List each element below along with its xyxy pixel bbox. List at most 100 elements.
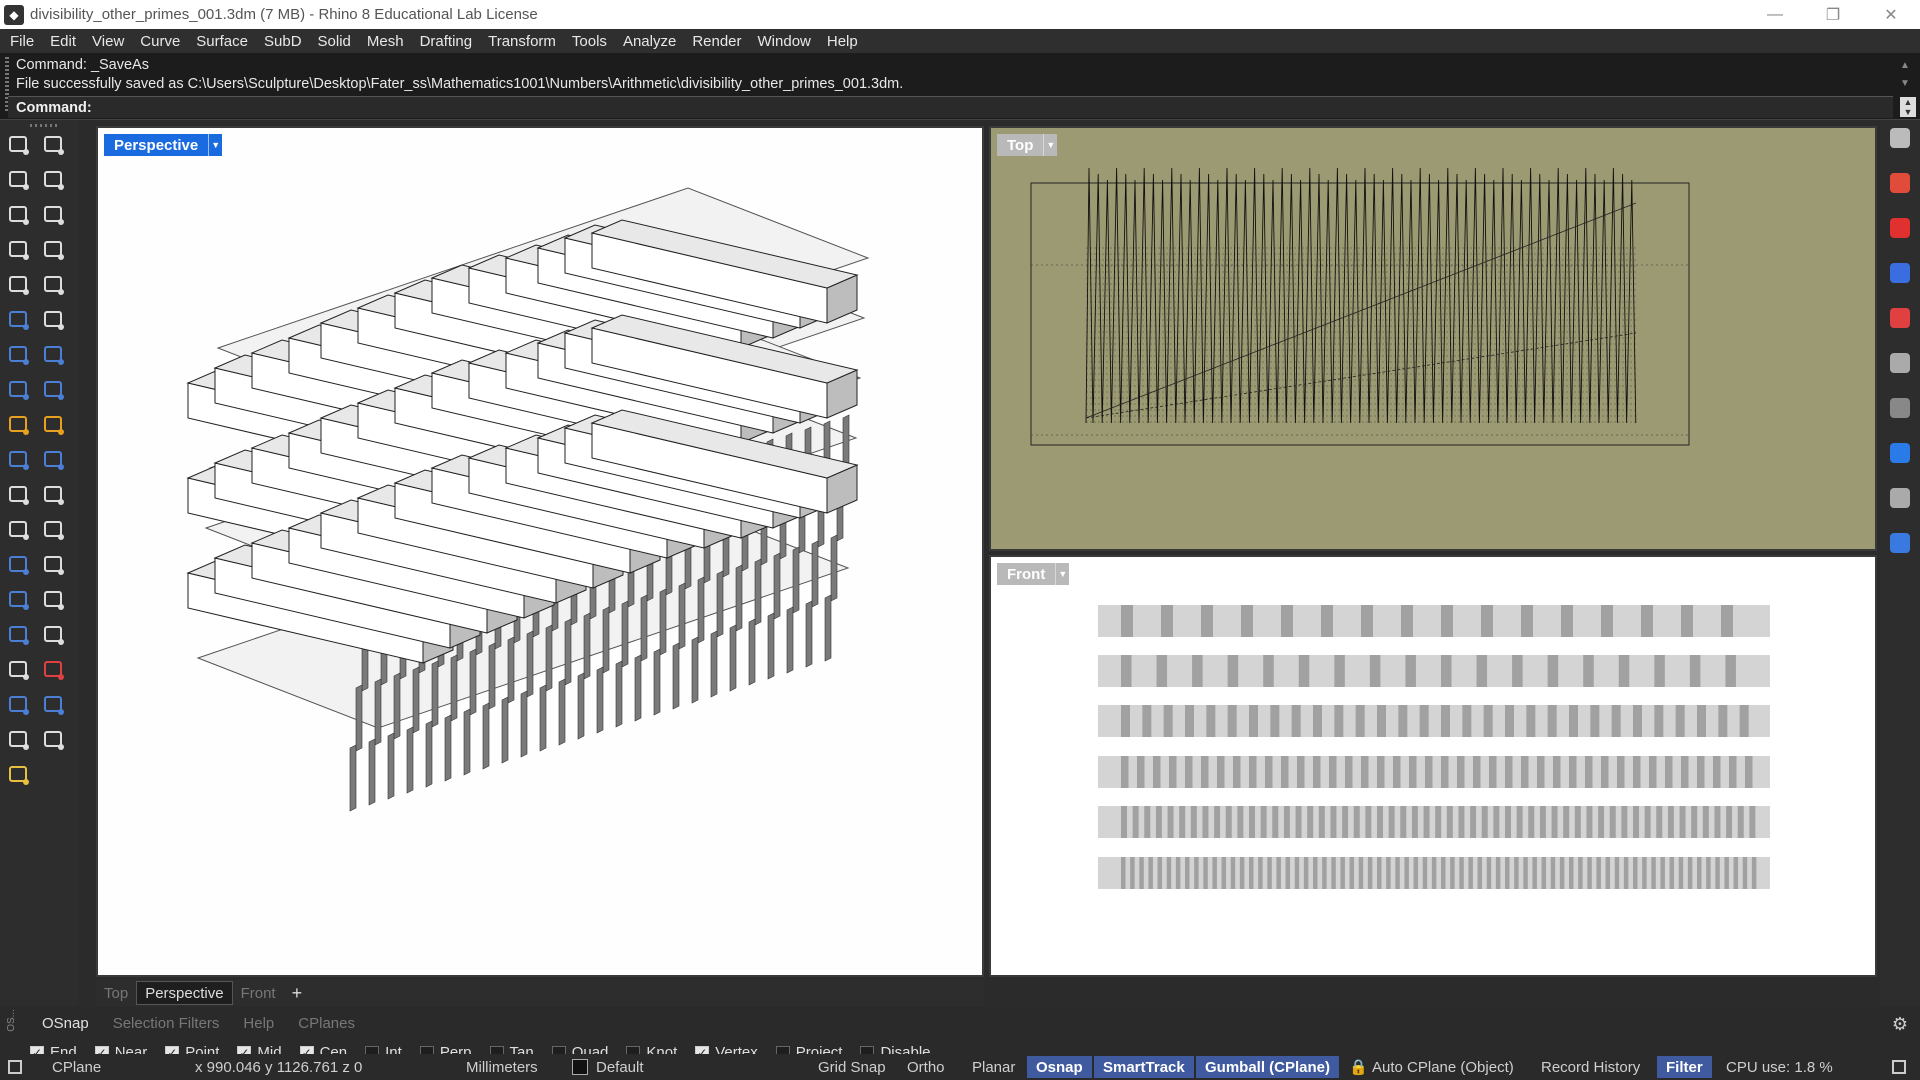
join-tool-icon[interactable] [39, 445, 69, 475]
menu-item-surface[interactable]: Surface [188, 33, 256, 50]
cylinder-tool-icon[interactable] [4, 375, 34, 405]
rhino-app-icon[interactable]: ◆ [4, 4, 24, 25]
viewport-title[interactable]: Top [997, 134, 1044, 156]
analyze-tool-icon[interactable] [39, 725, 69, 755]
boolean-tool-icon[interactable] [39, 340, 69, 370]
materials-icon[interactable] [1890, 263, 1910, 283]
text-tool-icon[interactable] [4, 550, 34, 580]
notes-icon[interactable] [1890, 443, 1910, 463]
planar-toggle[interactable]: Planar [972, 1057, 1015, 1077]
point-tool-icon[interactable] [39, 130, 69, 160]
filter-toggle[interactable]: Filter [1657, 1056, 1712, 1078]
smarttrack-toggle[interactable]: SmartTrack [1094, 1056, 1194, 1078]
render-icon[interactable] [1890, 308, 1910, 328]
command-spin-button[interactable]: ▲ ▼ [1900, 97, 1916, 117]
curve-blend-tool-icon[interactable] [4, 515, 34, 545]
help-icon[interactable] [1890, 533, 1910, 553]
menu-item-file[interactable]: File [2, 33, 42, 50]
add-viewport-tab-button[interactable]: + [292, 983, 303, 1004]
extrude-tool-icon[interactable] [39, 375, 69, 405]
perspective-viewport[interactable]: Perspective ▼ [96, 126, 984, 977]
ellipse-tool-icon[interactable] [4, 270, 34, 300]
layers-icon[interactable] [1890, 353, 1910, 373]
lock-tool-icon[interactable] [39, 690, 69, 720]
maximize-button[interactable]: ❐ [1804, 0, 1862, 29]
viewport-menu-arrow-icon[interactable]: ▼ [1055, 563, 1070, 585]
color-wheel-icon[interactable] [1890, 173, 1910, 193]
panel-tab-help[interactable]: Help [231, 1012, 286, 1034]
panel-tab-osnap[interactable]: OSnap [30, 1012, 101, 1034]
surface-tool-icon[interactable] [4, 305, 34, 335]
polyline-tool-icon[interactable] [4, 165, 34, 195]
split-tool-icon[interactable] [4, 445, 34, 475]
menu-item-render[interactable]: Render [684, 33, 749, 50]
menu-item-drafting[interactable]: Drafting [412, 33, 481, 50]
toolbar-grip[interactable] [30, 124, 58, 127]
viewport-tab-front[interactable]: Front [233, 981, 284, 1005]
array-tool-icon[interactable] [4, 655, 34, 685]
sweep-tool-icon[interactable] [39, 305, 69, 335]
curve-offset-tool-icon[interactable] [39, 515, 69, 545]
explode-tool-icon[interactable] [4, 410, 34, 440]
brush-tool-icon[interactable] [4, 690, 34, 720]
dimension-tool-icon[interactable] [39, 550, 69, 580]
learn-icon[interactable] [1890, 488, 1910, 508]
circle-tool-icon[interactable] [4, 200, 34, 230]
menu-item-window[interactable]: Window [750, 33, 819, 50]
sphere-tool-icon[interactable] [4, 480, 34, 510]
fillet-tool-icon[interactable] [39, 270, 69, 300]
group-tool-icon[interactable] [4, 585, 34, 615]
command-line[interactable]: Command: [8, 96, 1893, 118]
record-history-toggle[interactable]: Record History [1541, 1057, 1640, 1077]
box-tool-icon[interactable] [4, 340, 34, 370]
auto-cplane-toggle[interactable]: Auto CPlane (Object) [1372, 1057, 1514, 1077]
panel-toggle-icon[interactable] [1892, 1057, 1906, 1077]
viewport-tab-top[interactable]: Top [96, 981, 136, 1005]
current-layer[interactable]: Default [572, 1057, 644, 1077]
curve-tool-icon[interactable] [39, 165, 69, 195]
viewport-menu-arrow-icon[interactable]: ▼ [1043, 134, 1058, 156]
menu-item-subd[interactable]: SubD [256, 33, 310, 50]
mesh-tool-icon[interactable] [39, 480, 69, 510]
front-viewport-tab[interactable]: Front ▼ [997, 563, 1070, 585]
display-icon[interactable] [1890, 218, 1910, 238]
tool-misc-tool-icon[interactable] [4, 760, 34, 790]
minimize-button[interactable]: — [1746, 0, 1804, 29]
layer-tool-icon[interactable] [39, 655, 69, 685]
grid-snap-toggle[interactable]: Grid Snap [818, 1057, 886, 1077]
lock-icon[interactable]: 🔒 [1349, 1057, 1368, 1077]
check-tool-icon[interactable] [4, 725, 34, 755]
command-history-scrollbar[interactable]: ▲ ▼ [1898, 57, 1912, 93]
trim-tool-icon[interactable] [39, 410, 69, 440]
select-tool-icon[interactable] [4, 130, 34, 160]
block-tool-icon[interactable] [4, 620, 34, 650]
menu-item-solid[interactable]: Solid [310, 33, 359, 50]
camera-icon[interactable] [1890, 398, 1910, 418]
front-viewport[interactable]: Front ▼ [989, 555, 1877, 977]
rectangle-tool-icon[interactable] [39, 235, 69, 265]
top-viewport[interactable]: Top ▼ [989, 126, 1877, 551]
menu-item-curve[interactable]: Curve [132, 33, 188, 50]
menu-item-analyze[interactable]: Analyze [615, 33, 684, 50]
arc-tool-icon[interactable] [39, 200, 69, 230]
settings-icon[interactable] [1890, 128, 1910, 148]
viewport-title[interactable]: Perspective [104, 134, 209, 156]
close-button[interactable]: ✕ [1862, 0, 1920, 29]
ortho-toggle[interactable]: Ortho [907, 1057, 945, 1077]
cplane-icon[interactable] [8, 1057, 22, 1077]
menu-item-transform[interactable]: Transform [480, 33, 564, 50]
top-viewport-tab[interactable]: Top ▼ [997, 134, 1058, 156]
menu-item-edit[interactable]: Edit [42, 33, 84, 50]
viewport-menu-arrow-icon[interactable]: ▼ [208, 134, 223, 156]
panel-tab-selection-filters[interactable]: Selection Filters [101, 1012, 232, 1034]
grid-tool-icon[interactable] [39, 620, 69, 650]
cplane-label[interactable]: CPlane [52, 1057, 101, 1077]
menu-item-mesh[interactable]: Mesh [359, 33, 412, 50]
panel-tab-cplanes[interactable]: CPlanes [286, 1012, 367, 1034]
menu-item-help[interactable]: Help [819, 33, 866, 50]
viewport-tab-perspective[interactable]: Perspective [136, 981, 233, 1005]
gumball-toggle[interactable]: Gumball (CPlane) [1196, 1056, 1340, 1078]
menu-item-tools[interactable]: Tools [564, 33, 615, 50]
viewport-title[interactable]: Front [997, 563, 1056, 585]
menu-item-view[interactable]: View [84, 33, 132, 50]
